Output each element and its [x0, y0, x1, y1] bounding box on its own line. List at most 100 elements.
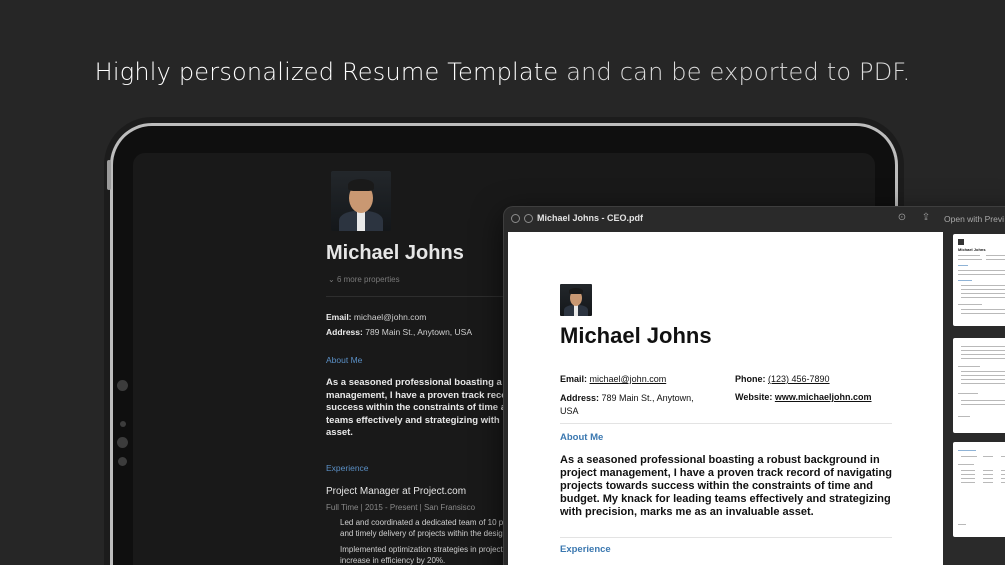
sidebar-dot[interactable]: [117, 380, 128, 391]
website-link[interactable]: www.michaeljohn.com: [775, 392, 872, 402]
bullet-line: increase in efficiency by 20%.: [340, 556, 446, 565]
headline-strong: Highly personalized Resume Template: [94, 58, 559, 86]
thumb-text-line: [983, 482, 993, 483]
thumb-text-line: [983, 478, 993, 479]
page-title: Michael Johns: [326, 242, 464, 264]
thumb-text-line: [961, 470, 975, 471]
pdf-name: Michael Johns: [560, 323, 712, 348]
thumb-text-line: [958, 416, 970, 417]
window-title: Michael Johns - CEO.pdf: [537, 213, 644, 223]
about-line: projects towards success within the cons…: [560, 480, 873, 492]
about-line: project management, I have a proven trac…: [560, 467, 892, 479]
thumb-text-line: [1001, 478, 1005, 479]
block-icon[interactable]: [524, 214, 533, 223]
email-property: Email: michael@john.com: [326, 312, 426, 322]
divider: [326, 296, 506, 297]
page-thumbnails: Michael Johns: [947, 232, 1005, 565]
thumb-text-line: [986, 255, 1005, 256]
thumb-text-line: [958, 274, 1005, 275]
tablet-side-button: [107, 160, 111, 190]
about-heading: About Me: [560, 432, 604, 443]
thumb-text-line: [961, 375, 1005, 376]
thumb-text-line: [961, 474, 975, 475]
open-with-preview-button[interactable]: Open with Previ: [944, 214, 1004, 224]
about-line: As a seasoned professional boasting a ro: [326, 377, 504, 388]
thumb-text-line: [961, 350, 1005, 351]
thumb-text-line: [958, 524, 966, 525]
markup-icon[interactable]: ⊙: [896, 212, 908, 224]
thumb-text-line: [958, 259, 982, 260]
divider: [560, 537, 892, 538]
thumb-text-line: [958, 265, 968, 266]
page-thumbnail[interactable]: [953, 338, 1005, 433]
page-thumbnail[interactable]: Michael Johns: [953, 234, 1005, 326]
more-properties-toggle[interactable]: ⌄ 6 more properties: [328, 275, 400, 284]
thumb-name: Michael Johns: [958, 247, 986, 252]
thumb-text-line: [958, 255, 980, 256]
pdf-phone: Phone: (123) 456-7890: [735, 374, 830, 384]
avatar: [560, 284, 592, 316]
avatar-hair: [348, 179, 374, 191]
headline: Highly personalized Resume Template and …: [0, 58, 1005, 86]
address-label: Address:: [326, 327, 363, 337]
thumb-text-line: [961, 313, 1005, 314]
chevron-down-icon: ⌄: [328, 275, 337, 284]
pdf-page: Michael Johns Email: michael@john.com Ph…: [508, 232, 943, 565]
thumb-text-line: [983, 474, 993, 475]
thumb-text-line: [1001, 482, 1005, 483]
email-link[interactable]: michael@john.com: [590, 374, 667, 384]
sidebar-dot[interactable]: [118, 457, 127, 466]
pdf-preview-window: Michael Johns - CEO.pdf ⊙ ⇪ Open with Pr…: [503, 206, 1005, 565]
thumb-text-line: [958, 393, 978, 394]
about-line: asset.: [326, 427, 353, 438]
share-icon[interactable]: ⇪: [920, 212, 932, 224]
thumb-text-line: [961, 293, 1005, 294]
experience-heading: Experience: [560, 544, 611, 555]
thumb-text-line: [1001, 474, 1005, 475]
close-icon[interactable]: [511, 214, 520, 223]
avatar-shirt: [574, 305, 578, 316]
pdf-address: Address: 789 Main St., Anytown, USA: [560, 392, 694, 418]
thumb-text-line: [958, 450, 976, 451]
address-label: Address:: [560, 393, 600, 403]
titlebar: Michael Johns - CEO.pdf ⊙ ⇪ Open with Pr…: [504, 207, 1005, 231]
thumb-text-line: [961, 346, 1005, 347]
sidebar-dot[interactable]: [120, 421, 126, 427]
thumb-text-line: [983, 470, 993, 471]
sidebar-dot[interactable]: [117, 437, 128, 448]
pdf-website: Website: www.michaeljohn.com: [735, 392, 872, 402]
phone-link[interactable]: (123) 456-7890: [768, 374, 830, 384]
thumb-text-line: [961, 354, 1005, 355]
divider: [560, 423, 892, 424]
about-line: teams effectively and strategizing with …: [326, 414, 504, 426]
thumb-text-line: [961, 379, 1005, 380]
about-heading: About Me: [326, 355, 363, 365]
avatar-hair: [569, 288, 583, 294]
about-line: As a seasoned professional boasting a ro…: [560, 454, 880, 466]
more-properties-label: 6 more properties: [336, 275, 400, 284]
phone-label: Phone:: [735, 374, 766, 384]
avatar: [331, 171, 391, 231]
thumb-text-line: [958, 366, 980, 367]
about-line: success within the constraints of time a…: [326, 402, 504, 413]
bullet-item: Implemented optimization strategies in p…: [340, 544, 506, 565]
thumb-text-line: [961, 482, 975, 483]
thumb-text-line: [961, 285, 1005, 286]
bullet-line: Implemented optimization strategies in p…: [340, 545, 503, 554]
about-line: budget. My knack for leading teams effec…: [560, 493, 891, 505]
bullet-item: Led and coordinated a dedicated team of …: [340, 517, 506, 539]
address-property: Address: 789 Main St., Anytown, USA: [326, 327, 472, 337]
avatar-shirt: [357, 211, 365, 231]
thumb-text-line: [961, 371, 1005, 372]
email-label: Email:: [326, 312, 352, 322]
email-value[interactable]: michael@john.com: [354, 312, 426, 322]
thumb-text-line: [958, 304, 982, 305]
email-label: Email:: [560, 374, 588, 384]
thumb-text-line: [958, 464, 974, 465]
job-meta: Full Time | 2015 - Present | San Fransis…: [326, 503, 476, 512]
address-value: 789 Main St., Anytown, USA: [365, 327, 472, 337]
about-line: with precision, marks me as an invaluabl…: [560, 506, 814, 518]
about-paragraph: As a seasoned professional boasting a ro…: [560, 454, 900, 519]
thumb-text-line: [1001, 456, 1005, 457]
page-thumbnail[interactable]: [953, 442, 1005, 537]
